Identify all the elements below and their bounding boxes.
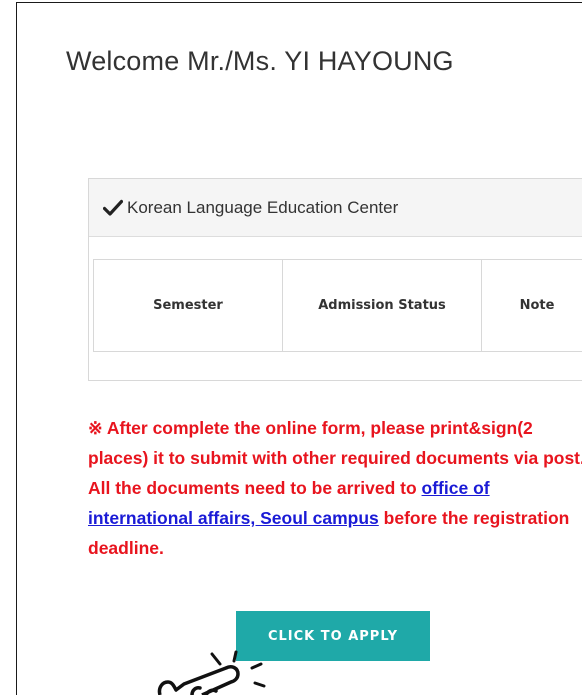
- card-header-title: Korean Language Education Center: [127, 197, 399, 217]
- program-card: Korean Language Education Center Semeste…: [88, 178, 582, 381]
- admission-table: Semester Admission Status Note: [93, 259, 582, 352]
- column-header-note: Note: [481, 259, 582, 352]
- submission-notice: ※ After complete the online form, please…: [88, 413, 582, 563]
- page: Welcome Mr./Ms. YI HAYOUNG Korean Langua…: [0, 0, 582, 695]
- table-header-row: Semester Admission Status Note: [93, 259, 582, 352]
- checkmark-icon: [103, 199, 123, 216]
- column-header-admission-status: Admission Status: [282, 259, 482, 352]
- card-header: Korean Language Education Center: [89, 179, 582, 237]
- column-header-semester: Semester: [93, 259, 283, 352]
- pointing-hand-icon: [157, 650, 266, 695]
- notice-text-part1: ※ After complete the online form, please…: [88, 418, 582, 498]
- welcome-heading: Welcome Mr./Ms. YI HAYOUNG: [66, 46, 454, 76]
